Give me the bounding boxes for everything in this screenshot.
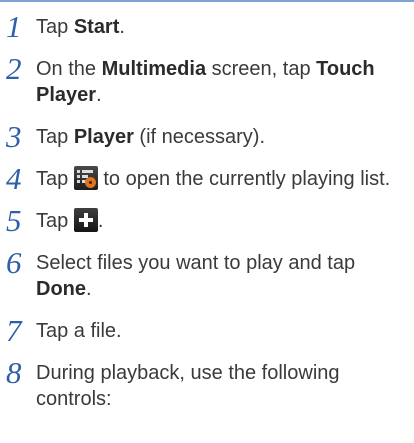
step-text: .	[119, 16, 125, 38]
step-text: .	[86, 278, 92, 300]
step-text: On the	[36, 58, 102, 80]
instruction-steps: 1 Tap Start. 2 On the Multimedia screen,…	[6, 9, 408, 428]
start-term: Start	[73, 16, 120, 38]
playlist-icon	[73, 166, 98, 190]
step-text: .	[97, 210, 104, 232]
step-1: 1 Tap Start.	[6, 9, 408, 44]
step-7: 7 Tap a file.	[6, 313, 408, 348]
step-4: 4 Tap to open the currently playing list…	[6, 161, 408, 196]
top-divider	[0, 0, 414, 2]
step-3: 3 Tap Player (if necessary).	[6, 119, 408, 154]
step-text: Tap	[36, 168, 74, 190]
step-number: 7	[6, 313, 22, 348]
step-5: 5 Tap .	[6, 203, 408, 238]
step-number: 1	[6, 9, 22, 44]
step-text: During playback, use the following contr…	[36, 362, 340, 410]
step-8: 8 During playback, use the following con…	[6, 355, 408, 412]
step-number: 4	[6, 161, 22, 196]
step-number: 5	[6, 203, 22, 238]
step-text: Tap	[36, 126, 74, 148]
step-text: Tap	[36, 16, 74, 38]
step-text: .	[96, 84, 102, 106]
step-number: 6	[6, 245, 22, 280]
step-text: Tap a file.	[36, 320, 122, 342]
step-2: 2 On the Multimedia screen, tap Touch Pl…	[6, 51, 408, 108]
step-text: screen, tap	[206, 58, 317, 80]
step-number: 2	[6, 51, 22, 86]
step-number: 3	[6, 119, 22, 154]
step-number: 8	[6, 355, 22, 390]
multimedia-term: Multimedia	[101, 58, 207, 80]
step-text: to open the currently playing list.	[97, 168, 391, 190]
add-icon	[73, 208, 98, 232]
player-term: Player	[73, 126, 134, 148]
step-text: (if necessary).	[133, 126, 266, 148]
step-text: Select files you want to play and tap	[36, 252, 356, 274]
step-text: Tap	[36, 210, 74, 232]
step-6: 6 Select files you want to play and tap …	[6, 245, 408, 302]
done-term: Done	[36, 278, 86, 300]
